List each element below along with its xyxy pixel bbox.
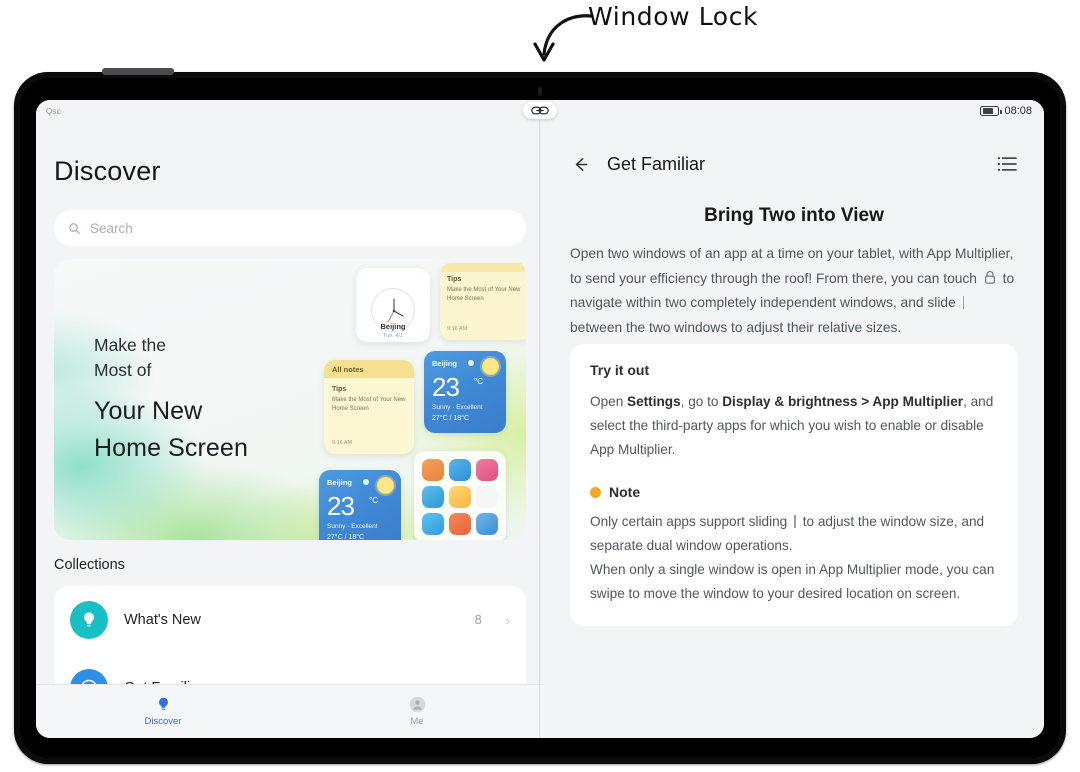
list-item[interactable]: What's New 8 › bbox=[54, 586, 526, 654]
paragraph-text-1: Open two windows of an app at a time on … bbox=[570, 246, 1014, 286]
banner-line-2: Most of bbox=[94, 360, 152, 380]
chain-link-icon bbox=[531, 106, 549, 115]
try-it-out-body: Open Settings, go to Display & brightnes… bbox=[590, 390, 998, 462]
tips-note-title: Tips bbox=[447, 276, 462, 283]
slide-divider-icon bbox=[962, 296, 965, 309]
location-pin-icon-2 bbox=[363, 479, 369, 485]
banner-line-3: Your New bbox=[94, 397, 203, 425]
tab-discover[interactable]: Discover bbox=[36, 685, 290, 738]
device-bezel: Discover Search Make the Most of Your Ne… bbox=[20, 78, 1060, 758]
article-paragraph: Open two windows of an app at a time on … bbox=[570, 242, 1018, 340]
chevron-right-icon: › bbox=[505, 612, 510, 628]
bulb-icon bbox=[158, 697, 168, 711]
collections-header: Collections bbox=[54, 557, 125, 573]
try-text-1: Open bbox=[590, 394, 628, 409]
try-it-out-header: Try it out bbox=[590, 362, 650, 378]
list-item-count: 8 bbox=[474, 613, 482, 627]
all-notes-widget-mock: All notes Tips Make the Most of Your New… bbox=[324, 360, 414, 454]
try-bold-path: Display & brightness > App Multiplier bbox=[722, 394, 964, 409]
banner-text-block: Make the Most of Your New Home Screen bbox=[94, 333, 248, 467]
note-header: Note bbox=[590, 484, 998, 500]
tab-me[interactable]: Me bbox=[290, 685, 544, 738]
chat-icon bbox=[449, 459, 471, 481]
tips-note-time: 9:16 AM bbox=[447, 326, 468, 332]
widget-mockup-cluster: Beijing Tue, 4/1 Tips Make the Most of Y… bbox=[309, 259, 526, 540]
list-item-label: What's New bbox=[124, 612, 201, 628]
list-icon[interactable] bbox=[996, 155, 1018, 173]
banner-line-1: Make the bbox=[94, 335, 166, 355]
article-title: Get Familiar bbox=[607, 153, 706, 174]
back-arrow-icon[interactable] bbox=[570, 154, 591, 175]
weather-unit: °C bbox=[474, 377, 483, 386]
screenshot-root: Window Lock Discover Search Make the Mos… bbox=[0, 0, 1080, 772]
annotation-label: Window Lock bbox=[588, 2, 759, 31]
files-icon bbox=[476, 513, 498, 535]
browser-icon bbox=[422, 513, 444, 535]
note-line-1a: Only certain apps support sliding bbox=[590, 514, 788, 529]
lightbulb-icon bbox=[70, 601, 108, 639]
bottom-tabbar: Discover Me bbox=[36, 684, 544, 738]
education-icon bbox=[422, 486, 444, 508]
weather-temp-2: 23 bbox=[327, 491, 355, 521]
clock-date-label: Tue, 4/1 bbox=[383, 333, 403, 339]
front-camera-icon bbox=[538, 87, 542, 96]
weather-temp: 23 bbox=[432, 372, 460, 402]
right-window-pane: Get Familiar Bring Two into View Open tw… bbox=[544, 100, 1044, 738]
clock-city-label: Beijing bbox=[380, 322, 406, 331]
try-text-2: , go to bbox=[680, 394, 723, 409]
tablet-screen: Discover Search Make the Most of Your Ne… bbox=[36, 100, 1044, 738]
feature-banner-card[interactable]: Make the Most of Your New Home Screen Be… bbox=[54, 259, 526, 540]
window-divider[interactable] bbox=[539, 119, 541, 738]
note-header-label: Note bbox=[609, 484, 641, 500]
slide-divider-icon-2 bbox=[794, 515, 796, 528]
gallery-icon bbox=[449, 486, 471, 508]
tablet-device-frame: Discover Search Make the Most of Your Ne… bbox=[14, 68, 1066, 764]
page-title: Discover bbox=[54, 156, 161, 186]
weather-range: 27°C / 18°C bbox=[432, 415, 470, 422]
search-placeholder: Search bbox=[90, 220, 133, 236]
orange-dot-icon bbox=[590, 486, 601, 498]
weather-widget-mock-1: Beijing 23 °C Sunny · Excellent 27°C / 1… bbox=[424, 351, 506, 433]
location-pin-icon bbox=[468, 360, 474, 366]
clock-widget-mock: Beijing Tue, 4/1 bbox=[356, 268, 430, 342]
search-input[interactable]: Search bbox=[54, 210, 526, 246]
person-icon bbox=[409, 696, 425, 713]
window-lock-button[interactable] bbox=[523, 102, 557, 119]
game-icon bbox=[422, 459, 444, 481]
app-grid bbox=[422, 459, 498, 535]
all-notes-time: 9:16 AM bbox=[332, 440, 353, 446]
weather-unit-2: °C bbox=[369, 496, 378, 505]
tab-me-label: Me bbox=[410, 716, 424, 727]
all-notes-title: Tips bbox=[332, 386, 347, 393]
right-pane-header: Get Familiar bbox=[544, 142, 1044, 186]
search-icon bbox=[69, 222, 80, 234]
try-bold-settings: Settings bbox=[627, 394, 681, 409]
health-icon bbox=[476, 459, 498, 481]
all-notes-header: All notes bbox=[324, 360, 414, 378]
banner-line-4: Home Screen bbox=[94, 434, 248, 462]
left-window-pane: Discover Search Make the Most of Your Ne… bbox=[36, 100, 544, 738]
device-antenna-nub bbox=[102, 68, 174, 75]
note-body-2: When only a single window is open in App… bbox=[590, 562, 995, 601]
tab-discover-label: Discover bbox=[144, 716, 182, 727]
article-heading: Bring Two into View bbox=[704, 205, 884, 226]
sun-icon bbox=[482, 358, 499, 375]
try-it-out-card: Try it out Open Settings, go to Display … bbox=[570, 344, 1018, 626]
weather-icon bbox=[476, 486, 498, 508]
note-body-1: Only certain apps support sliding to adju… bbox=[590, 510, 998, 558]
weather-condition-2: Sunny · Excellent bbox=[327, 523, 378, 530]
weather-city-label-2: Beijing bbox=[327, 478, 353, 487]
sun-icon-2 bbox=[377, 477, 394, 494]
tips-note-body: Make the Most of Your New Home Screen bbox=[447, 287, 521, 302]
weather-widget-mock-2: Beijing 23 °C Sunny · Excellent 27°C / 1… bbox=[319, 470, 401, 540]
app-icon-grid-mock bbox=[414, 451, 506, 540]
paragraph-text-3: between the two windows to adjust their … bbox=[570, 319, 902, 335]
weather-city-label: Beijing bbox=[432, 359, 458, 368]
weather-range-2: 27°C / 18°C bbox=[327, 534, 365, 540]
all-notes-body: Make the Most of Your New Home Screen bbox=[332, 397, 406, 412]
weather-condition: Sunny · Excellent bbox=[432, 404, 483, 411]
heart-icon bbox=[449, 513, 471, 535]
lock-icon bbox=[984, 270, 995, 284]
tips-note-widget-mock: Tips Make the Most of Your New Home Scre… bbox=[440, 263, 526, 340]
